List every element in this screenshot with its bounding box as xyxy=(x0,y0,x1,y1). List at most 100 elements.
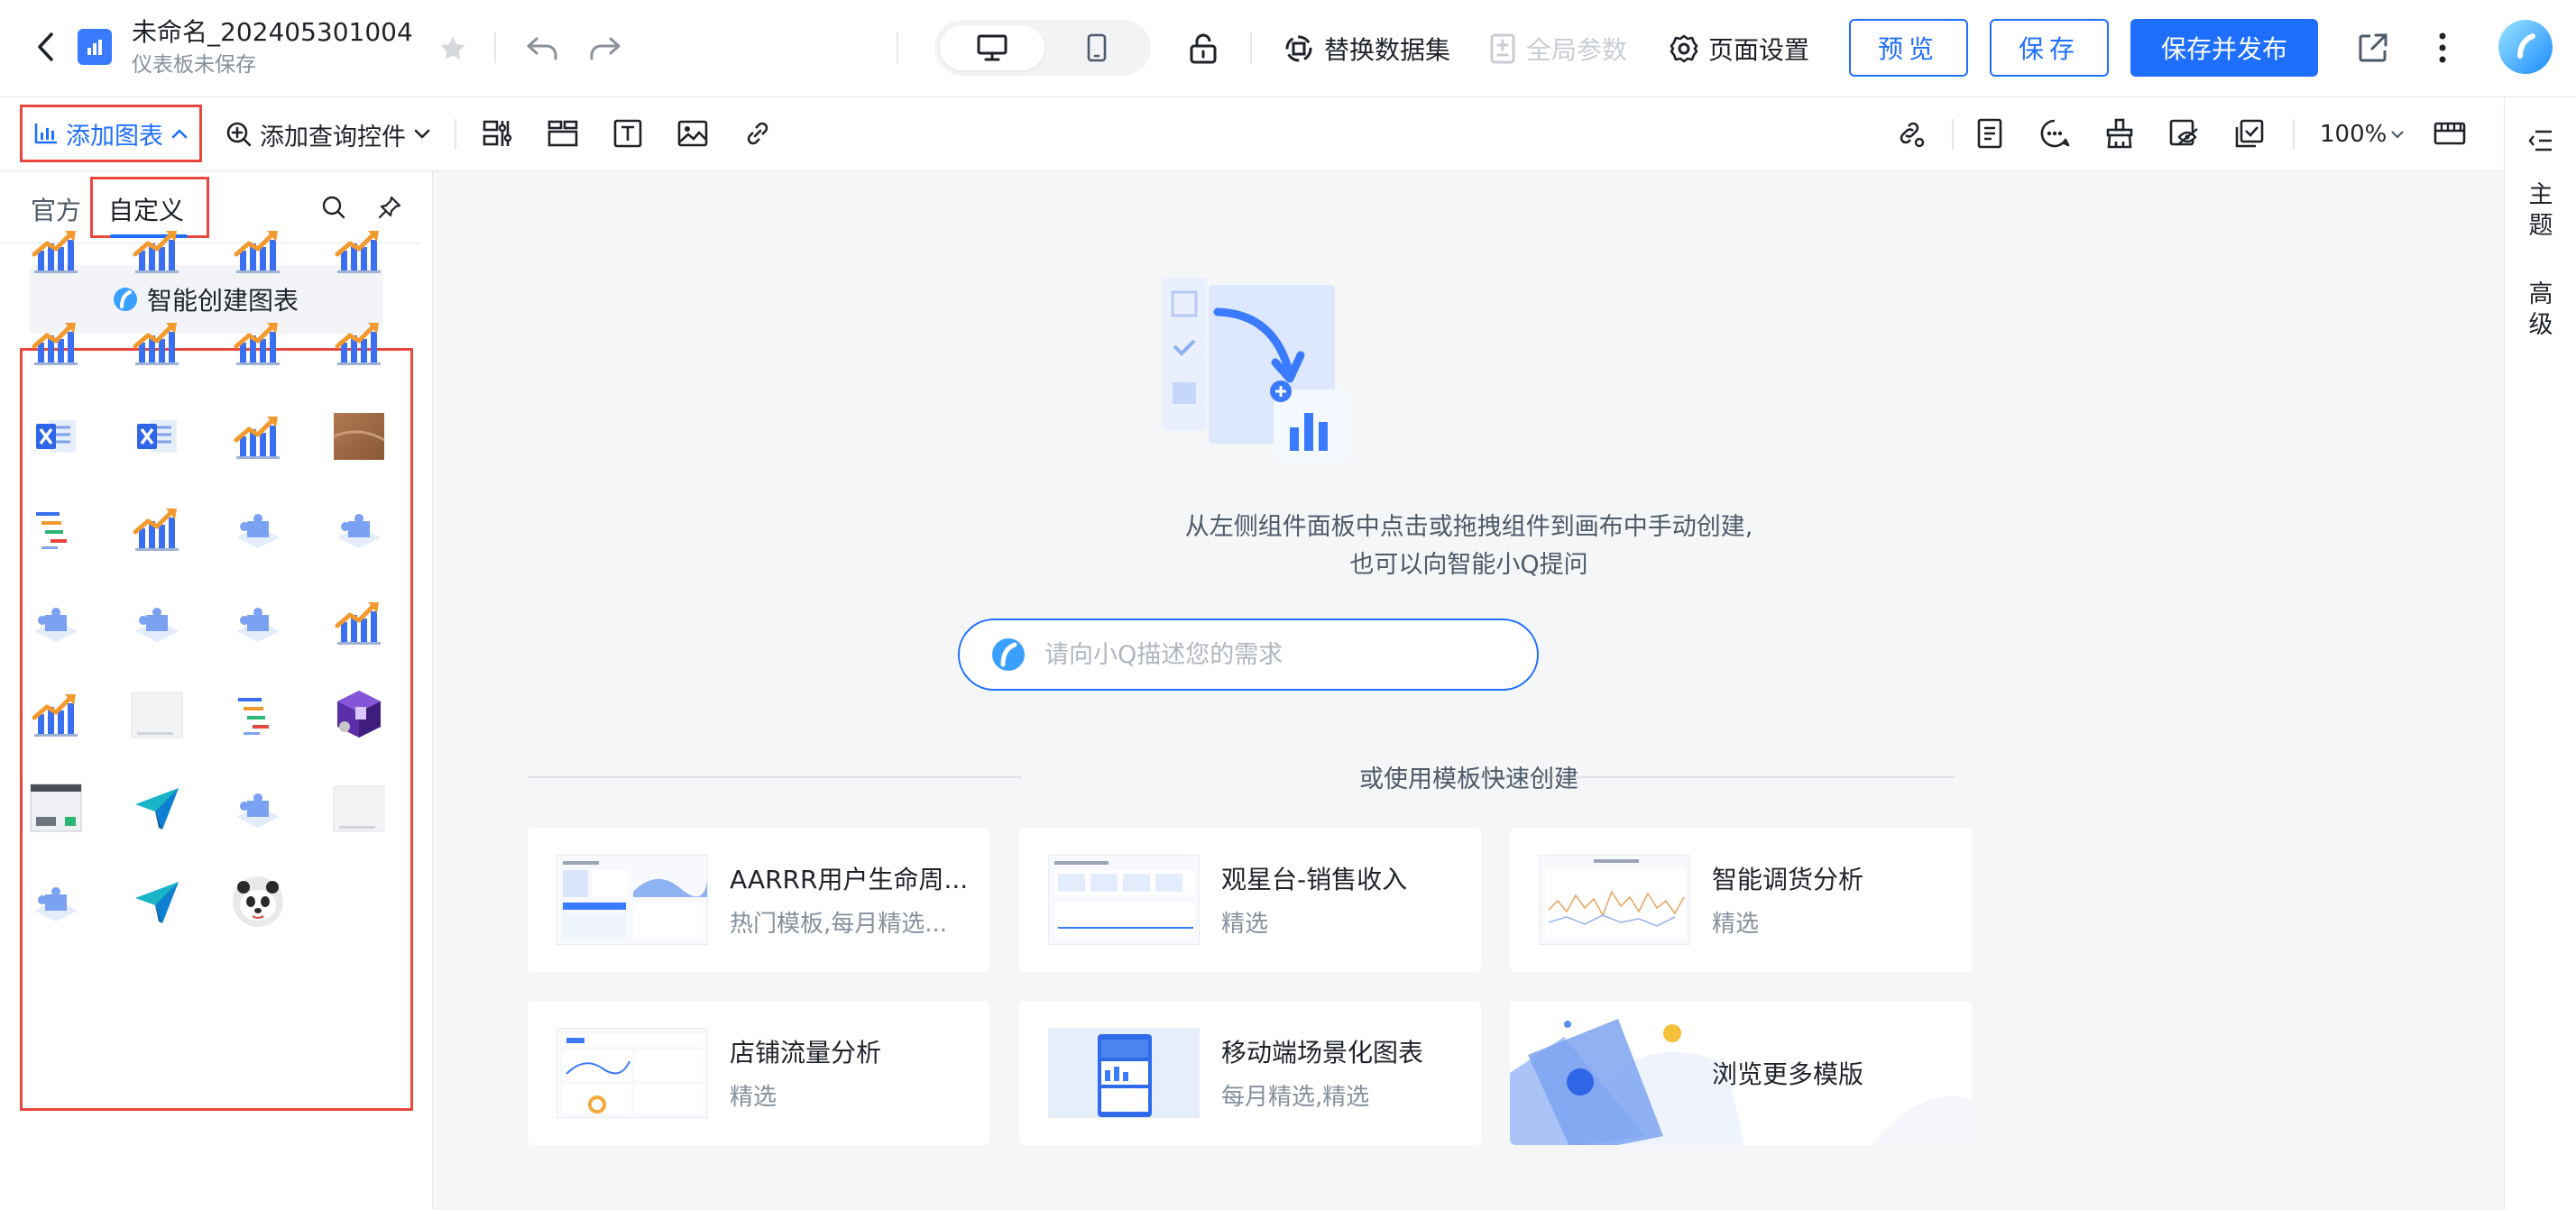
custom-component-item[interactable] xyxy=(229,875,287,932)
dashboard-title[interactable]: 未命名_202405301004 xyxy=(132,16,413,49)
image-icon[interactable] xyxy=(673,114,713,153)
custom-component-item[interactable] xyxy=(128,595,186,653)
desktop-view-button[interactable] xyxy=(940,25,1044,70)
custom-component-item[interactable] xyxy=(229,316,287,373)
bar-chart-icon xyxy=(231,224,285,281)
ai-insight-icon[interactable] xyxy=(2035,114,2075,153)
lock-icon[interactable] xyxy=(1183,29,1223,69)
back-button[interactable] xyxy=(25,27,65,67)
template-name: AARRR用户生命周... xyxy=(730,865,969,894)
custom-component-item[interactable] xyxy=(229,687,287,745)
tab-container-icon[interactable] xyxy=(543,114,583,153)
custom-component-item[interactable] xyxy=(330,687,388,745)
mobile-view-button[interactable] xyxy=(1044,25,1149,70)
custom-component-item[interactable] xyxy=(27,781,85,839)
custom-component-item[interactable] xyxy=(330,595,388,653)
chevron-down-icon xyxy=(2391,131,2405,139)
custom-component-item[interactable] xyxy=(128,224,186,281)
custom-component-item[interactable] xyxy=(330,501,388,559)
redo-icon[interactable] xyxy=(584,29,626,69)
template-card[interactable]: 移动端场景化图表 每月精选,精选 xyxy=(1019,1001,1481,1145)
text-box-icon[interactable] xyxy=(608,114,648,153)
custom-component-item[interactable] xyxy=(229,781,287,839)
link-setting-icon[interactable] xyxy=(1891,114,1930,153)
more-vertical-icon[interactable] xyxy=(2426,27,2459,69)
custom-component-item[interactable] xyxy=(128,687,186,745)
collapse-panel-icon[interactable] xyxy=(2525,124,2557,157)
custom-component-item[interactable] xyxy=(27,409,85,467)
template-card[interactable]: 观星台-销售收入 精选 xyxy=(1019,828,1481,972)
theme-panel-tab[interactable]: 主题 xyxy=(2525,180,2557,242)
divider xyxy=(494,32,496,63)
report-icon[interactable] xyxy=(1970,114,2010,153)
ask-assistant-box[interactable] xyxy=(958,619,1539,691)
external-link-icon[interactable] xyxy=(2352,27,2394,69)
filter-layout-icon[interactable] xyxy=(478,114,518,153)
page-settings-button[interactable]: 页面设置 xyxy=(1669,27,1809,70)
cleanup-brush-icon[interactable] xyxy=(2100,114,2139,153)
custom-component-item[interactable] xyxy=(128,316,186,373)
template-card[interactable]: AARRR用户生命周... 热门模板,每月精选... xyxy=(528,828,989,972)
search-icon[interactable] xyxy=(316,189,352,225)
save-publish-button[interactable]: 保存并发布 xyxy=(2130,19,2318,77)
params-icon xyxy=(1490,33,1515,64)
blank-thumbnail xyxy=(332,781,386,839)
link-icon[interactable] xyxy=(738,114,777,153)
puzzle-icon xyxy=(130,595,184,653)
user-avatar[interactable] xyxy=(2498,20,2553,74)
zoom-select[interactable]: 100% xyxy=(2320,114,2405,155)
desktop-icon xyxy=(977,34,1007,61)
custom-component-item[interactable] xyxy=(27,224,85,281)
global-params-button[interactable]: 全局参数 xyxy=(1488,27,1627,70)
panda-icon xyxy=(231,875,285,932)
tab-official[interactable]: 官方 xyxy=(31,191,81,227)
template-section-heading: 或使用模板快速创建 xyxy=(1359,765,1578,793)
custom-component-item[interactable] xyxy=(128,781,186,839)
custom-component-item[interactable] xyxy=(27,501,85,559)
divider xyxy=(455,119,456,150)
save-button[interactable]: 保存 xyxy=(1990,19,2109,77)
add-chart-button[interactable]: 添加图表 xyxy=(20,105,202,162)
excel-icon xyxy=(29,409,83,467)
custom-component-item[interactable] xyxy=(27,875,85,932)
dashboard-canvas[interactable]: 从左侧组件面板中点击或拖拽组件到画布中手动创建, 也可以向智能小Q提问 或使用模… xyxy=(434,171,2504,1210)
visibility-setting-icon[interactable] xyxy=(2165,114,2204,153)
ask-assistant-input[interactable] xyxy=(1044,640,1513,669)
add-chart-label: 添加图表 xyxy=(66,122,163,151)
empty-canvas-illustration xyxy=(1145,269,1353,467)
template-tags: 精选 xyxy=(1221,911,1269,938)
custom-component-item[interactable] xyxy=(27,687,85,745)
bar-chart-icon xyxy=(130,224,184,281)
excel-icon xyxy=(130,409,184,467)
custom-component-item[interactable] xyxy=(229,595,287,653)
ruler-icon[interactable] xyxy=(2430,114,2470,153)
custom-component-item[interactable] xyxy=(128,501,186,559)
smart-create-label: 智能创建图表 xyxy=(146,286,299,316)
pin-icon[interactable] xyxy=(372,189,408,225)
preview-button[interactable]: 预览 xyxy=(1849,19,1968,77)
custom-component-item[interactable] xyxy=(229,409,287,467)
custom-component-item[interactable] xyxy=(330,224,388,281)
advanced-panel-tab[interactable]: 高级 xyxy=(2525,280,2557,341)
tab-custom[interactable]: 自定义 xyxy=(108,191,184,227)
dashboard-editor: 未命名_202405301004 仪表板未保存 替换数据集 全局参数 页面设置 … xyxy=(0,0,2576,1210)
custom-component-item[interactable] xyxy=(128,409,186,467)
replace-dataset-button[interactable]: 替换数据集 xyxy=(1283,27,1450,70)
add-query-control-button[interactable]: 添加查询控件 xyxy=(225,114,431,155)
custom-component-item[interactable] xyxy=(330,409,388,467)
undo-icon[interactable] xyxy=(521,29,563,69)
browse-more-templates-card[interactable]: 浏览更多模版 xyxy=(1510,1001,1972,1145)
custom-component-item[interactable] xyxy=(27,595,85,653)
custom-component-item[interactable] xyxy=(27,316,85,373)
custom-component-item[interactable] xyxy=(330,316,388,373)
template-card[interactable]: 智能调货分析 精选 xyxy=(1510,828,1972,972)
template-card[interactable]: 店铺流量分析 精选 xyxy=(528,1001,989,1145)
favorite-star-icon[interactable] xyxy=(433,29,473,69)
custom-component-item[interactable] xyxy=(330,781,388,839)
custom-component-item[interactable] xyxy=(229,501,287,559)
template-thumbnail xyxy=(1048,1028,1200,1118)
custom-component-item[interactable] xyxy=(229,224,287,281)
check-layout-icon[interactable] xyxy=(2230,114,2269,153)
bar-chart-icon xyxy=(29,224,83,281)
custom-component-item[interactable] xyxy=(128,875,186,932)
